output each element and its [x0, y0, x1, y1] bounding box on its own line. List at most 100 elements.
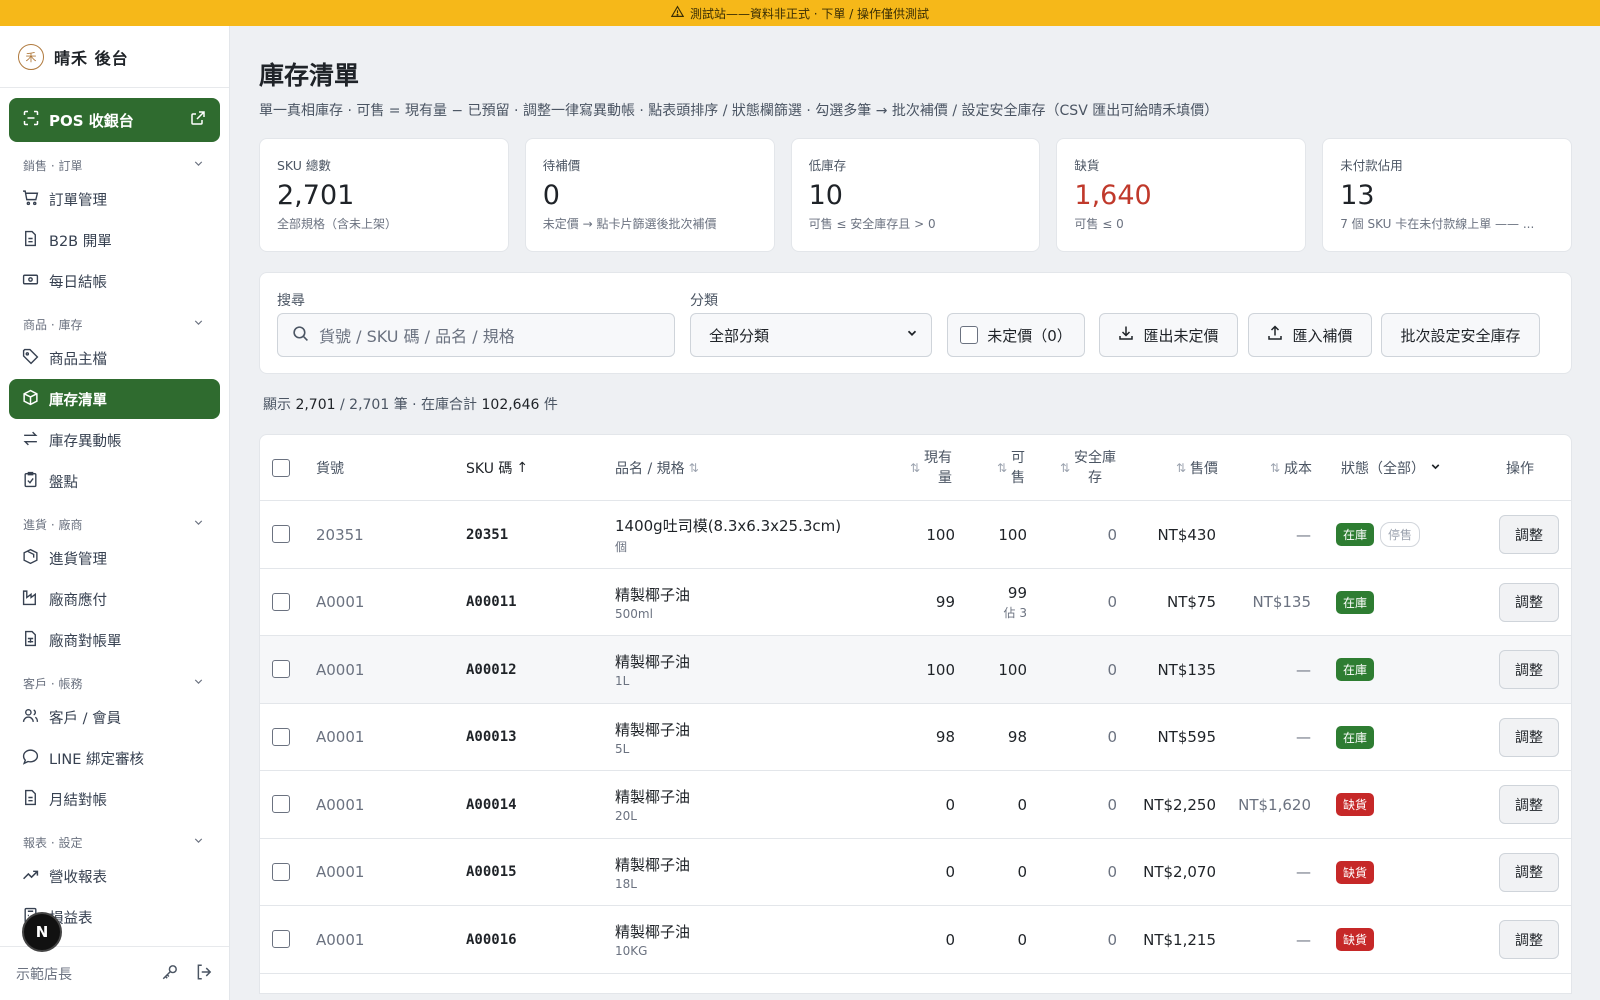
cell-onhand: 0 — [945, 795, 955, 814]
clipboard-check-icon — [22, 471, 39, 492]
header-available[interactable]: ⇅ 可售 — [980, 435, 1025, 501]
kpi-card-unpriced[interactable]: 待補價 0 未定價 → 點卡片篩選後批次補價 — [524, 138, 775, 252]
header-status-filter[interactable]: 狀態（全部） — [1341, 435, 1442, 501]
brand[interactable]: 禾 晴禾 後台 — [0, 26, 229, 88]
row-checkbox[interactable] — [272, 660, 290, 678]
header-safety[interactable]: ⇅ 安全庫存 — [1050, 435, 1116, 501]
page-title: 庫存清單 — [259, 61, 360, 90]
sidebar-item-orders[interactable]: 訂單管理 — [9, 179, 220, 219]
adjust-button[interactable]: 調整 — [1499, 650, 1559, 689]
cell-safety: 0 — [1107, 525, 1117, 544]
sidebar-item-ledger[interactable]: 庫存異動帳 — [9, 420, 220, 460]
sidebar-item-statement[interactable]: 廠商對帳單 — [9, 620, 220, 660]
pos-button[interactable]: POS 收銀台 — [9, 98, 220, 142]
export-unpriced-button[interactable]: 匯出未定價 — [1099, 313, 1238, 357]
filter-bar: 搜尋 貨號 / SKU 碼 / 品名 / 規格 分類 全部分類 未定價（0） 匯… — [259, 272, 1572, 374]
sidebar-item-products[interactable]: 商品主檔 — [9, 338, 220, 378]
sidebar-item-stocktake[interactable]: 盤點 — [9, 461, 220, 501]
kpi-card-low-stock[interactable]: 低庫存 10 可售 ≤ 安全庫存且 > 0 — [790, 138, 1041, 252]
sidebar-item-inventory[interactable]: 庫存清單 — [9, 379, 220, 419]
table-row[interactable]: A0001 A00015 精製椰子油 18L 0 0 0 NT$2,070 — 缺貨 調整 — [260, 839, 1571, 906]
search-input[interactable]: 貨號 / SKU 碼 / 品名 / 規格 — [277, 313, 675, 357]
row-checkbox[interactable] — [272, 795, 290, 813]
cell-safety: 0 — [1107, 863, 1117, 881]
unpriced-filter-toggle[interactable]: 未定價（0） — [947, 313, 1085, 357]
row-checkbox[interactable] — [272, 727, 290, 746]
kpi-card-out-of-stock[interactable]: 缺貨 1,640 可售 ≤ 0 — [1056, 138, 1307, 252]
adjust-button[interactable]: 調整 — [1499, 920, 1559, 959]
row-checkbox[interactable] — [272, 592, 290, 611]
header-cost[interactable]: ⇅ 成本 — [1250, 435, 1312, 501]
cell-code: A0001 — [316, 930, 365, 949]
nav-section-customers[interactable]: 客戶 · 帳務 — [0, 670, 229, 696]
cell-code: A0001 — [316, 593, 365, 611]
sidebar-item-purchase[interactable]: 進貨管理 — [9, 538, 220, 578]
unpriced-checkbox[interactable] — [960, 326, 979, 344]
sidebar-item-revenue[interactable]: 營收報表 — [9, 856, 220, 896]
cell-safety: 0 — [1107, 593, 1117, 611]
header-sku[interactable]: SKU 碼 ↑ — [466, 435, 528, 501]
cell-sku: A00013 — [466, 729, 517, 745]
key-icon[interactable] — [161, 963, 179, 985]
kpi-sub: 全部規格（含未上架） — [277, 217, 398, 231]
header-price[interactable]: ⇅ 售價 — [1160, 435, 1218, 501]
cell-product-name: 精製椰子油 — [615, 585, 691, 604]
row-checkbox[interactable] — [272, 930, 290, 948]
category-select[interactable]: 全部分類 — [690, 313, 932, 357]
table-row[interactable]: A0001 A00013 精製椰子油 5L 98 98 0 NT$595 — 在庫 調整 — [260, 704, 1571, 771]
status-badge: 缺貨 — [1336, 928, 1375, 951]
cell-sku: A00014 — [466, 796, 517, 813]
header-name[interactable]: 品名 / 規格 ⇅ — [615, 435, 699, 501]
adjust-button[interactable]: 調整 — [1499, 717, 1559, 757]
row-checkbox[interactable] — [272, 862, 290, 881]
nav-section-reports[interactable]: 報表 · 設定 — [0, 829, 229, 855]
adjust-button[interactable]: 調整 — [1499, 515, 1559, 554]
adjust-button[interactable]: 調整 — [1499, 852, 1559, 892]
sidebar-item-monthly[interactable]: 月結對帳 — [9, 779, 220, 819]
sidebar-item-daily[interactable]: 每日結帳 — [9, 261, 220, 301]
unpriced-label: 未定價（0） — [987, 326, 1072, 345]
import-price-button[interactable]: 匯入補價 — [1248, 313, 1372, 357]
discontinue-toggle[interactable]: 停售 — [1380, 522, 1421, 547]
batch-safety-stock-button[interactable]: 批次設定安全庫存 — [1381, 313, 1540, 357]
cell-code: A0001 — [316, 728, 365, 746]
row-checkbox[interactable] — [272, 525, 290, 543]
section-label: 進貨 · 廠商 — [23, 517, 83, 532]
sidebar-item-b2b[interactable]: B2B 開單 — [9, 220, 220, 260]
nav-section-sales[interactable]: 銷售 · 訂單 — [0, 152, 229, 178]
section-label: 報表 · 設定 — [23, 835, 83, 850]
header-code[interactable]: 貨號 — [316, 435, 344, 501]
download-icon — [1118, 325, 1134, 345]
cash-icon — [22, 271, 39, 292]
table-row[interactable]: A0001 A00016 精製椰子油 10KG 0 0 0 NT$1,215 — 缺貨 調整 — [260, 906, 1571, 974]
header-onhand[interactable]: ⇅ 現有量 — [898, 435, 952, 501]
kpi-card-unpaid-reserved[interactable]: 未付款佔用 13 7 個 SKU 卡在未付款線上單 —— ... — [1322, 138, 1572, 252]
search-label: 搜尋 — [277, 293, 305, 309]
logout-icon[interactable] — [195, 963, 213, 985]
table-row[interactable]: A0001 A00011 精製椰子油 500ml 99 99 佔 3 0 NT$75 NT$135… — [260, 569, 1571, 636]
cell-safety: 0 — [1107, 795, 1117, 814]
cell-price: NT$595 — [1157, 728, 1216, 746]
nav-section-purchase[interactable]: 進貨 · 廠商 — [0, 511, 229, 537]
sidebar-item-customers[interactable]: 客戶 / 會員 — [9, 697, 220, 737]
kpi-label: 低庫存 — [808, 158, 847, 173]
cell-cost: — — [1296, 863, 1311, 881]
adjust-button[interactable]: 調整 — [1499, 785, 1559, 824]
sidebar-item-line[interactable]: LINE 綁定審核 — [9, 738, 220, 778]
nav-section-products[interactable]: 商品 · 庫存 — [0, 311, 229, 337]
avatar[interactable]: N — [22, 912, 62, 952]
adjust-button[interactable]: 調整 — [1499, 582, 1559, 622]
kpi-label: SKU 總數 — [277, 158, 331, 173]
cell-safety: 0 — [1107, 728, 1117, 746]
table-row[interactable]: A0001 A00012 精製椰子油 1L 100 100 0 NT$135 — 在庫 調整 — [260, 636, 1571, 704]
sort-icon: ⇅ — [1059, 461, 1070, 475]
select-all-checkbox[interactable] — [272, 459, 290, 477]
nav-label: 營收報表 — [49, 869, 107, 886]
table-row[interactable]: 20351 20351 1400g吐司模(8.3x6.3x25.3cm) 個 100 10… — [260, 501, 1571, 569]
status-badge: 在庫 — [1336, 523, 1375, 546]
kpi-card-sku-total[interactable]: SKU 總數 2,701 全部規格（含未上架） — [259, 138, 509, 252]
upload-icon — [1267, 325, 1283, 345]
sidebar-item-payable[interactable]: 廠商應付 — [9, 579, 220, 619]
table-row[interactable]: A0001 A00014 精製椰子油 20L 0 0 0 NT$2,250 NT$1,620 缺貨… — [260, 771, 1571, 839]
header-label: 量 — [938, 470, 952, 486]
